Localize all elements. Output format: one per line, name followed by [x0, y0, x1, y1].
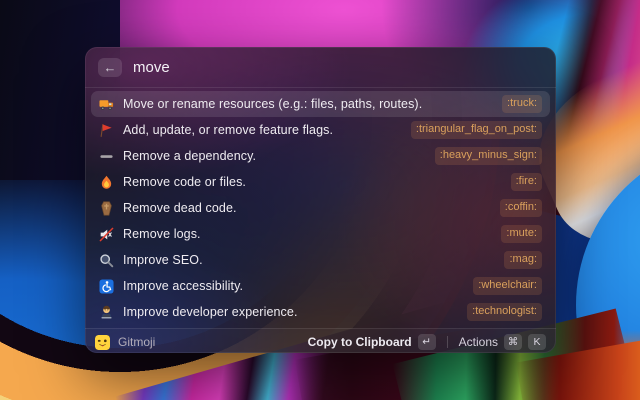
copy-to-clipboard-label: Copy to Clipboard — [308, 335, 412, 349]
list-item-label: Improve SEO. — [123, 253, 495, 267]
list-item-gitmoji-code: :triangular_flag_on_post: — [411, 121, 542, 138]
technologist-icon — [99, 305, 114, 320]
gitmoji-logo-icon — [95, 335, 110, 350]
search-bar: ← — [85, 47, 556, 88]
list-item-gitmoji-code: :heavy_minus_sign: — [435, 147, 542, 164]
list-item-label: Add, update, or remove feature flags. — [123, 123, 402, 137]
list-item-label: Remove code or files. — [123, 175, 502, 189]
list-item-label: Improve developer experience. — [123, 305, 458, 319]
list-item-6[interactable]: Remove logs. :mute: — [91, 221, 550, 247]
results-list: Move or rename resources (e.g.: files, p… — [85, 88, 556, 328]
list-item-label: Remove logs. — [123, 227, 492, 241]
list-item-8[interactable]: Improve accessibility. :wheelchair: — [91, 273, 550, 299]
k-key-icon: K — [528, 334, 546, 350]
list-item-2[interactable]: Add, update, or remove feature flags. :t… — [91, 117, 550, 143]
list-item-label: Remove a dependency. — [123, 149, 426, 163]
list-item-9[interactable]: Improve developer experience. :technolog… — [91, 299, 550, 325]
wallpaper-pink-band — [555, 0, 640, 229]
list-item-label: Move or rename resources (e.g.: files, p… — [123, 97, 493, 111]
list-item-3[interactable]: Remove a dependency. :heavy_minus_sign: — [91, 143, 550, 169]
list-item-1[interactable]: Move or rename resources (e.g.: files, p… — [91, 91, 550, 117]
back-button[interactable]: ← — [98, 58, 122, 77]
list-item-gitmoji-code: :technologist: — [467, 303, 542, 320]
desktop: ← Move or rename resources (e.g.: files,… — [0, 0, 640, 400]
mute-icon — [99, 227, 114, 242]
magnifier-icon — [99, 253, 114, 268]
wheelchair-icon — [99, 279, 114, 294]
footer-bar: Gitmoji Copy to Clipboard ↵ Actions ⌘ K — [85, 328, 556, 353]
back-arrow-icon: ← — [104, 61, 117, 74]
list-item-gitmoji-code: :fire: — [511, 173, 542, 190]
list-item-label: Improve accessibility. — [123, 279, 464, 293]
coffin-icon — [99, 201, 114, 216]
flag-icon — [99, 123, 114, 138]
fire-icon — [99, 175, 114, 190]
list-item-gitmoji-code: :mute: — [501, 225, 542, 242]
truck-icon — [99, 97, 114, 112]
wallpaper-orange-corner — [560, 330, 640, 400]
copy-to-clipboard-button[interactable]: Copy to Clipboard ↵ — [308, 334, 436, 350]
app-name: Gitmoji — [118, 335, 155, 349]
list-item-4[interactable]: Remove code or files. :fire: — [91, 169, 550, 195]
return-key-icon: ↵ — [418, 334, 436, 350]
list-item-gitmoji-code: :mag: — [504, 251, 542, 268]
app-chip: Gitmoji — [95, 335, 155, 350]
command-palette-window: ← Move or rename resources (e.g.: files,… — [85, 47, 556, 353]
actions-label: Actions — [459, 335, 498, 349]
list-item-gitmoji-code: :wheelchair: — [473, 277, 542, 294]
wallpaper-blue-sphere — [576, 140, 640, 400]
list-item-7[interactable]: Improve SEO. :mag: — [91, 247, 550, 273]
actions-button[interactable]: Actions ⌘ K — [459, 334, 546, 350]
cmd-key-icon: ⌘ — [504, 334, 522, 350]
list-item-5[interactable]: Remove dead code. :coffin: — [91, 195, 550, 221]
footer-divider — [447, 336, 448, 348]
list-item-gitmoji-code: :truck: — [502, 95, 542, 112]
minus-icon — [99, 149, 114, 164]
list-item-gitmoji-code: :coffin: — [500, 199, 542, 216]
list-item-label: Remove dead code. — [123, 201, 491, 215]
search-input[interactable] — [133, 59, 543, 76]
